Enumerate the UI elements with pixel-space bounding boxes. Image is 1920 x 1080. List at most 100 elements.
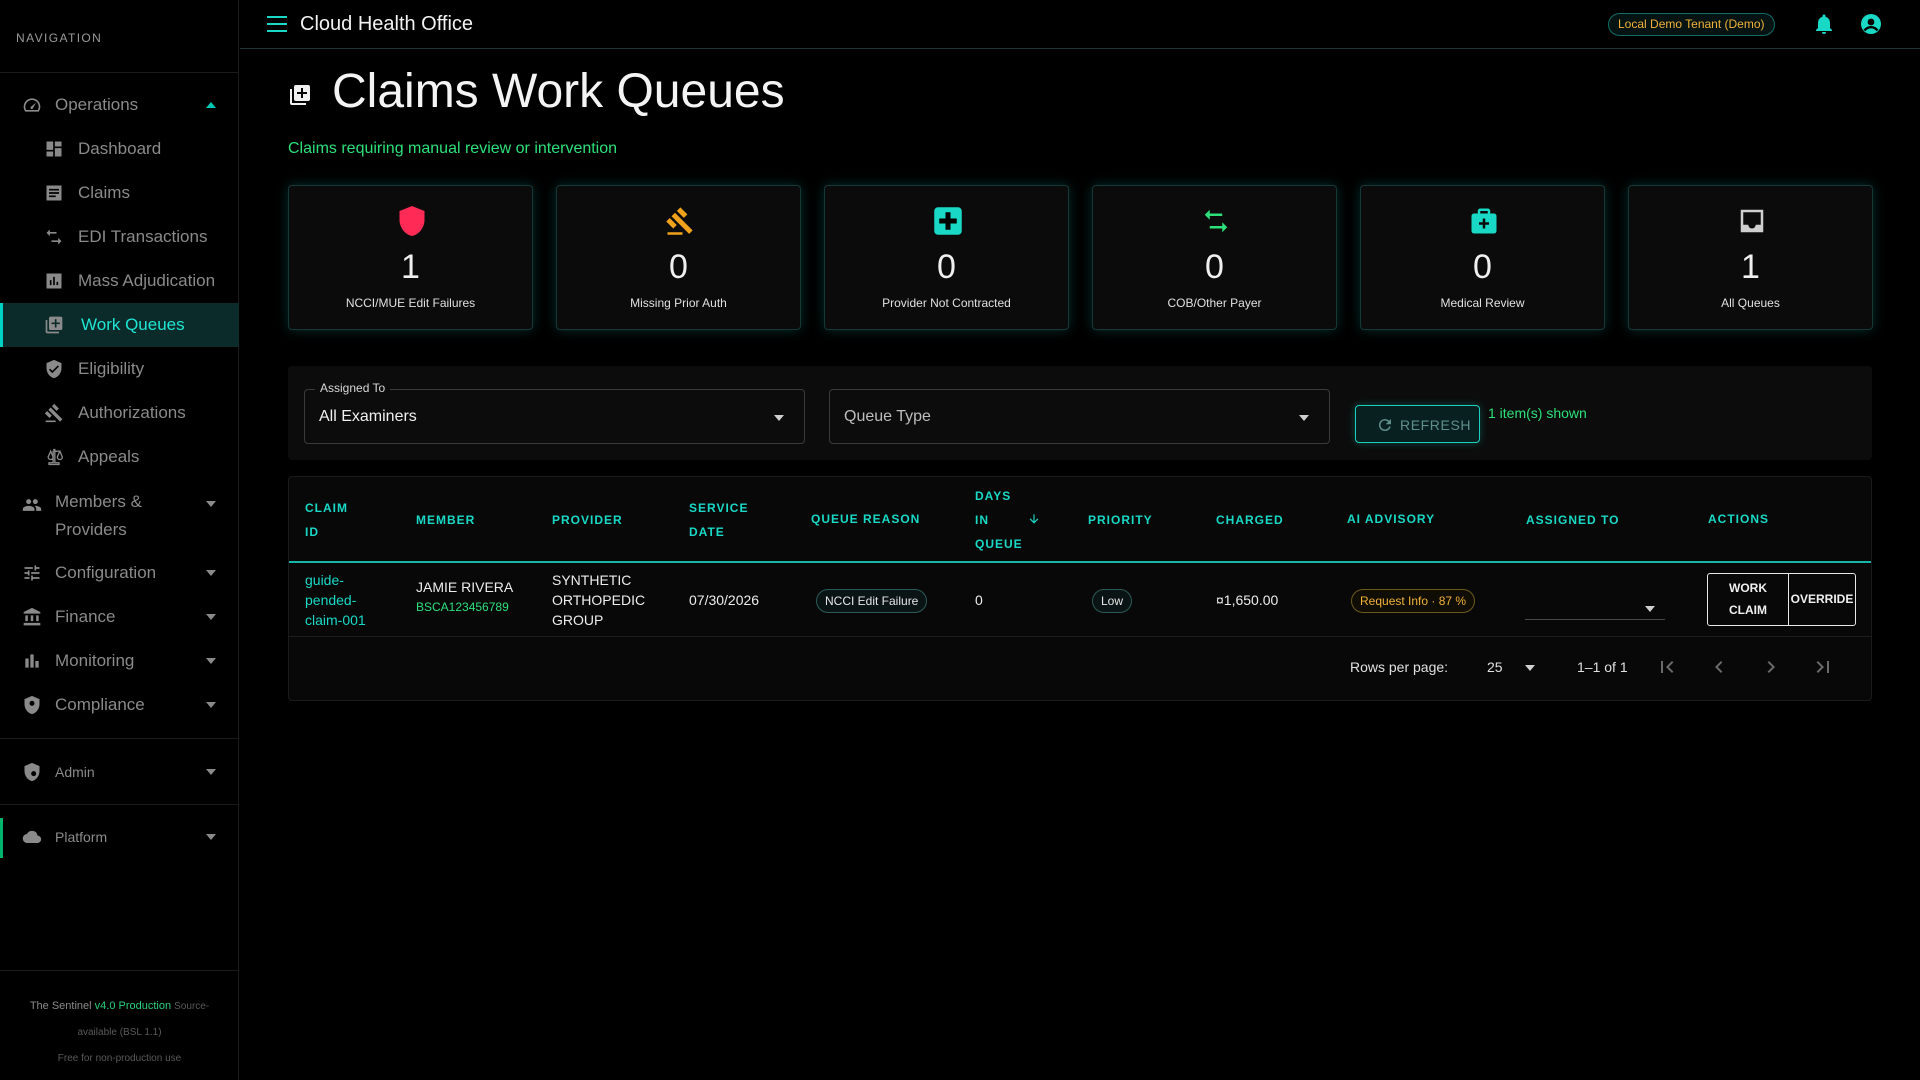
header-text: SERVICE [689, 501, 749, 515]
sidebar-item-authorizations[interactable]: Authorizations [0, 391, 239, 435]
column-header-service-date[interactable]: SERVICE DATE [689, 496, 748, 544]
sidebar-item-configuration[interactable]: Configuration [0, 551, 239, 595]
sidebar-item-mass-adjudication[interactable]: Mass Adjudication [0, 259, 239, 303]
sidebar-item-label: Configuration [55, 563, 157, 582]
card-label: All Queues [1721, 296, 1780, 310]
queue-type-placeholder: Queue Type [844, 408, 931, 425]
chevron-down-icon [206, 702, 216, 708]
menu-icon[interactable] [267, 16, 287, 32]
sidebar-item-label: Claims [78, 183, 130, 202]
queue-card-ncci[interactable]: 1 NCCI/MUE Edit Failures [288, 185, 533, 330]
footer-license-prefix: Source- [174, 1001, 210, 1012]
tenant-badge[interactable]: Local Demo Tenant (Demo) [1608, 13, 1775, 36]
column-header-priority[interactable]: PRIORITY [1088, 508, 1153, 532]
table-header: CLAIM ID MEMBER PROVIDER SERVICE DATE QU… [289, 477, 1871, 563]
page-subtitle: Claims requiring manual review or interv… [288, 140, 618, 157]
shield-icon [397, 204, 427, 238]
inbox-icon [1737, 204, 1767, 238]
chevron-up-icon [206, 102, 216, 108]
column-header-claim-id[interactable]: CLAIM ID [305, 496, 348, 544]
page-title: Claims Work Queues [332, 65, 785, 118]
dropdown-arrow-icon[interactable] [1525, 665, 1535, 671]
queue-card-all[interactable]: 1 All Queues [1628, 185, 1873, 330]
queue-card-cob[interactable]: 0 COB/Other Payer [1092, 185, 1337, 330]
next-page-icon[interactable] [1759, 655, 1783, 679]
override-button[interactable]: OVERRIDE [1789, 574, 1855, 625]
sidebar-item-compliance[interactable]: Compliance [0, 683, 239, 727]
account-circle-icon[interactable] [1859, 12, 1883, 36]
medical-bag-icon [1469, 204, 1499, 238]
queue-type-select[interactable]: Queue Type [829, 389, 1330, 444]
column-header-charged[interactable]: CHARGED [1216, 508, 1284, 532]
card-count: 0 [937, 248, 956, 286]
queue-reason-chip: NCCI Edit Failure [816, 589, 928, 613]
dropdown-arrow-icon [1645, 606, 1655, 612]
speedometer-icon [20, 93, 44, 117]
priority-chip: Low [1092, 589, 1133, 613]
sidebar-item-monitoring[interactable]: Monitoring [0, 639, 239, 683]
sidebar-item-appeals[interactable]: Appeals [0, 435, 239, 479]
refresh-button[interactable]: REFRESH [1355, 405, 1480, 443]
row-assign-select[interactable] [1525, 586, 1665, 620]
sidebar-item-label: Mass Adjudication [78, 271, 216, 290]
queue-card-medical-review[interactable]: 0 Medical Review [1360, 185, 1605, 330]
claim-id-part: claim-001 [305, 612, 366, 628]
header-text: IN [975, 513, 989, 527]
sidebar-item-label: Finance [55, 607, 116, 626]
column-header-provider[interactable]: PROVIDER [552, 508, 623, 532]
sidebar-item-dashboard[interactable]: Dashboard [0, 127, 239, 171]
sidebar: NAVIGATION Operations Dashboard Claims E… [0, 0, 239, 1080]
top-app-bar: Cloud Health Office Local Demo Tenant (D… [240, 0, 1920, 49]
sidebar-item-finance[interactable]: Finance [0, 595, 239, 639]
tune-icon [20, 561, 44, 585]
sidebar-item-eligibility[interactable]: Eligibility [0, 347, 239, 391]
column-header-assigned-to[interactable]: ASSIGNED TO [1526, 508, 1619, 532]
work-claim-button[interactable]: WORK CLAIM [1708, 574, 1789, 625]
sidebar-item-label: EDI Transactions [78, 227, 208, 246]
header-text: CLAIM [305, 501, 348, 515]
sidebar-item-label: Compliance [55, 695, 145, 714]
column-header-queue-reason[interactable]: QUEUE REASON [811, 507, 920, 531]
card-label: Missing Prior Auth [630, 296, 727, 310]
sidebar-item-label: Dashboard [78, 139, 162, 158]
sidebar-item-claims[interactable]: Claims [0, 171, 239, 215]
app-title: Cloud Health Office [300, 13, 474, 35]
sidebar-item-label: Authorizations [78, 403, 186, 422]
queue-card-not-contracted[interactable]: 0 Provider Not Contracted [824, 185, 1069, 330]
dropdown-arrow-icon [774, 415, 784, 421]
medical-plus-icon [933, 204, 963, 238]
queue-card-prior-auth[interactable]: 0 Missing Prior Auth [556, 185, 801, 330]
ai-advisory-chip: Request Info · 87 % [1351, 589, 1476, 613]
service-date-cell: 07/30/2026 [689, 592, 760, 608]
bell-icon[interactable] [1812, 12, 1836, 36]
first-page-icon[interactable] [1655, 655, 1679, 679]
previous-page-icon[interactable] [1707, 655, 1731, 679]
chevron-down-icon [206, 614, 216, 620]
card-label: COB/Other Payer [1167, 296, 1262, 310]
sidebar-item-admin[interactable]: Admin [0, 750, 239, 794]
sidebar-item-label: Members & Providers [55, 492, 142, 539]
last-page-icon[interactable] [1811, 655, 1835, 679]
card-label: Medical Review [1440, 296, 1525, 310]
sidebar-item-platform[interactable]: Platform [0, 815, 239, 859]
people-icon [20, 493, 44, 517]
sidebar-item-work-queues[interactable]: Work Queues [0, 303, 239, 347]
column-header-ai-advisory[interactable]: AI ADVISORY [1347, 507, 1435, 531]
card-label: NCCI/MUE Edit Failures [345, 296, 476, 310]
nav-heading: NAVIGATION [16, 31, 103, 45]
member-name: JAMIE RIVERA [416, 579, 514, 595]
sort-arrow-down-icon[interactable] [1027, 511, 1041, 532]
sidebar-item-edi-transactions[interactable]: EDI Transactions [0, 215, 239, 259]
sidebar-item-label: Monitoring [55, 651, 135, 670]
column-header-member[interactable]: MEMBER [416, 508, 475, 532]
sidebar-item-operations[interactable]: Operations [0, 83, 239, 127]
column-header-days-in-queue[interactable]: DAYS IN QUEUE [975, 484, 1023, 556]
sidebar-item-members-providers[interactable]: Members & Providers [0, 479, 239, 539]
rows-per-page-label: Rows per page: [1350, 659, 1449, 675]
header-text: ID [305, 525, 319, 539]
claim-id-link[interactable]: guide- pended- claim-001 [305, 570, 366, 630]
assigned-to-select[interactable]: Assigned To All Examiners [304, 381, 805, 444]
rows-per-page-select[interactable]: 25 [1487, 659, 1503, 675]
button-text: CLAIM [1729, 603, 1767, 617]
chevron-down-icon [206, 570, 216, 576]
